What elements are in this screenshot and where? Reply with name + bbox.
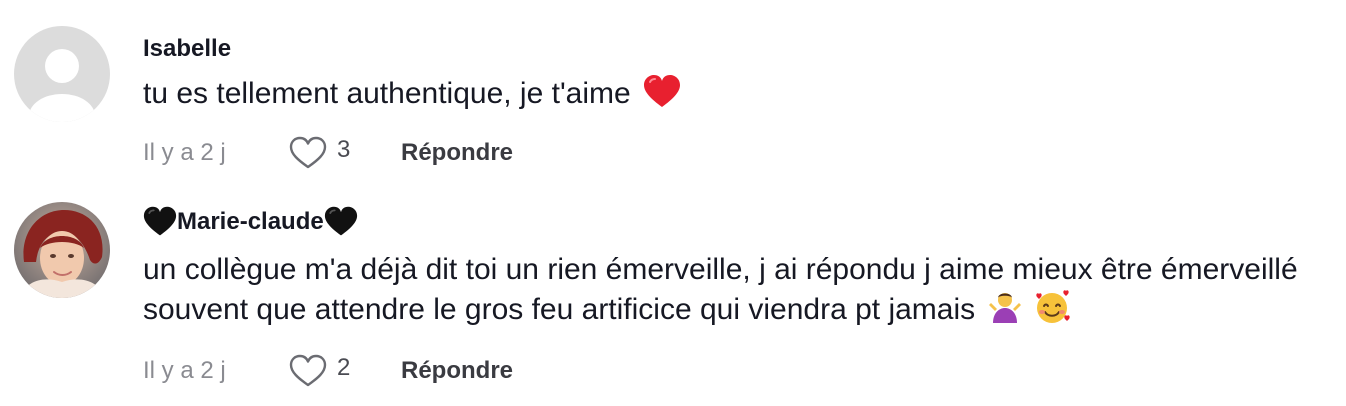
- comment-username[interactable]: Marie-claude: [143, 206, 1326, 238]
- comment-actions: Il y a 2 j 3 Répondre: [143, 133, 1326, 173]
- user-photo-avatar: [14, 202, 110, 298]
- avatar[interactable]: [14, 26, 110, 122]
- like-button[interactable]: 3: [289, 136, 401, 170]
- smiling-face-with-hearts-icon: [1032, 289, 1072, 335]
- comment-text-body: tu es tellement authentique, je t'aime: [143, 77, 631, 110]
- heart-outline-icon: [289, 136, 327, 169]
- comment-text-body: un collègue m'a déjà dit toi un rien éme…: [143, 253, 1298, 326]
- comment-username[interactable]: Isabelle: [143, 34, 1326, 64]
- like-button[interactable]: 2: [289, 354, 401, 388]
- comment-actions: Il y a 2 j 2 Répondre: [143, 351, 1326, 391]
- default-avatar-icon: [14, 26, 110, 122]
- comment-timestamp: Il y a 2 j: [143, 139, 226, 166]
- person-shrugging-icon: [987, 289, 1023, 335]
- heart-outline-icon: [289, 354, 327, 387]
- comment-text: tu es tellement authentique, je t'aime: [143, 74, 1328, 119]
- reply-button[interactable]: Répondre: [401, 357, 513, 385]
- comment-timestamp: Il y a 2 j: [143, 357, 226, 384]
- comment-text: un collègue m'a déjà dit toi un rien éme…: [143, 250, 1328, 335]
- red-heart-icon: [643, 75, 681, 119]
- reply-button[interactable]: Répondre: [401, 139, 513, 167]
- like-count: 3: [337, 136, 351, 163]
- avatar[interactable]: [14, 202, 110, 298]
- like-count: 2: [337, 354, 351, 381]
- username-text[interactable]: Isabelle: [143, 34, 231, 64]
- black-heart-icon: [143, 206, 177, 238]
- black-heart-icon: [324, 206, 358, 238]
- username-text[interactable]: Marie-claude: [177, 207, 324, 237]
